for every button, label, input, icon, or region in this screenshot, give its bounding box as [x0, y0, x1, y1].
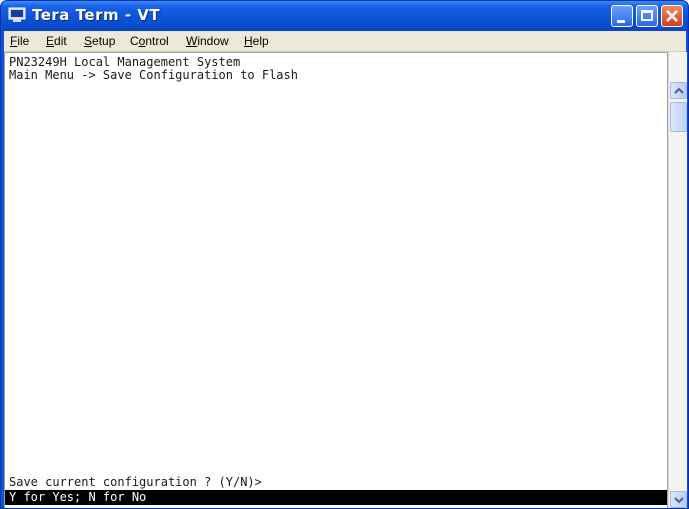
- menu-file-rest: ile: [17, 34, 30, 48]
- menu-bar: File Edit Setup Control Window Help: [4, 31, 686, 52]
- chevron-down-icon: [674, 497, 684, 504]
- terminal-screen[interactable]: PN23249H Local Management System Main Me…: [4, 52, 668, 508]
- menu-help[interactable]: Help: [244, 34, 269, 48]
- menu-edit-rest: dit: [54, 34, 67, 48]
- minimize-icon: [617, 20, 625, 23]
- maximize-icon: [641, 10, 653, 21]
- terminal-prompt: Save current configuration ? (Y/N)>: [9, 475, 262, 489]
- scroll-thumb[interactable]: [670, 102, 687, 132]
- menu-help-rest: elp: [252, 34, 269, 48]
- menu-window-rest: indow: [197, 34, 229, 48]
- menu-setup-rest: etup: [92, 34, 116, 48]
- chevron-up-icon: [674, 87, 684, 94]
- terminal-app-icon[interactable]: [8, 7, 26, 23]
- terminal-status-line: Y for Yes; N for No: [5, 490, 667, 505]
- menu-window-mnemonic: W: [186, 34, 198, 48]
- scroll-down-button[interactable]: [670, 491, 687, 508]
- close-icon: [666, 10, 678, 22]
- title-bar[interactable]: Tera Term - VT: [1, 1, 688, 31]
- status-text: Y for Yes; N for No: [9, 490, 147, 504]
- vertical-scrollbar[interactable]: [668, 52, 687, 508]
- maximize-button[interactable]: [636, 5, 658, 27]
- window-title: Tera Term - VT: [32, 6, 161, 24]
- menu-control-c: C: [130, 34, 139, 48]
- close-button[interactable]: [661, 5, 683, 27]
- terminal-line: Main Menu -> Save Configuration to Flash: [9, 68, 298, 82]
- scroll-up-button[interactable]: [670, 82, 687, 99]
- menu-edit[interactable]: Edit: [46, 34, 67, 48]
- menu-window[interactable]: Window: [186, 34, 229, 48]
- menu-edit-mnemonic: E: [46, 34, 55, 48]
- minimize-button[interactable]: [611, 5, 633, 27]
- menu-setup[interactable]: Setup: [84, 34, 115, 48]
- menu-help-mnemonic: H: [244, 34, 253, 48]
- menu-setup-mnemonic: S: [84, 34, 93, 48]
- menu-control[interactable]: Control: [130, 34, 169, 48]
- tera-term-window: Tera Term - VT File Edit Setup Control W…: [0, 0, 689, 509]
- menu-control-rest: ntrol: [145, 34, 169, 48]
- menu-file[interactable]: File: [10, 34, 29, 48]
